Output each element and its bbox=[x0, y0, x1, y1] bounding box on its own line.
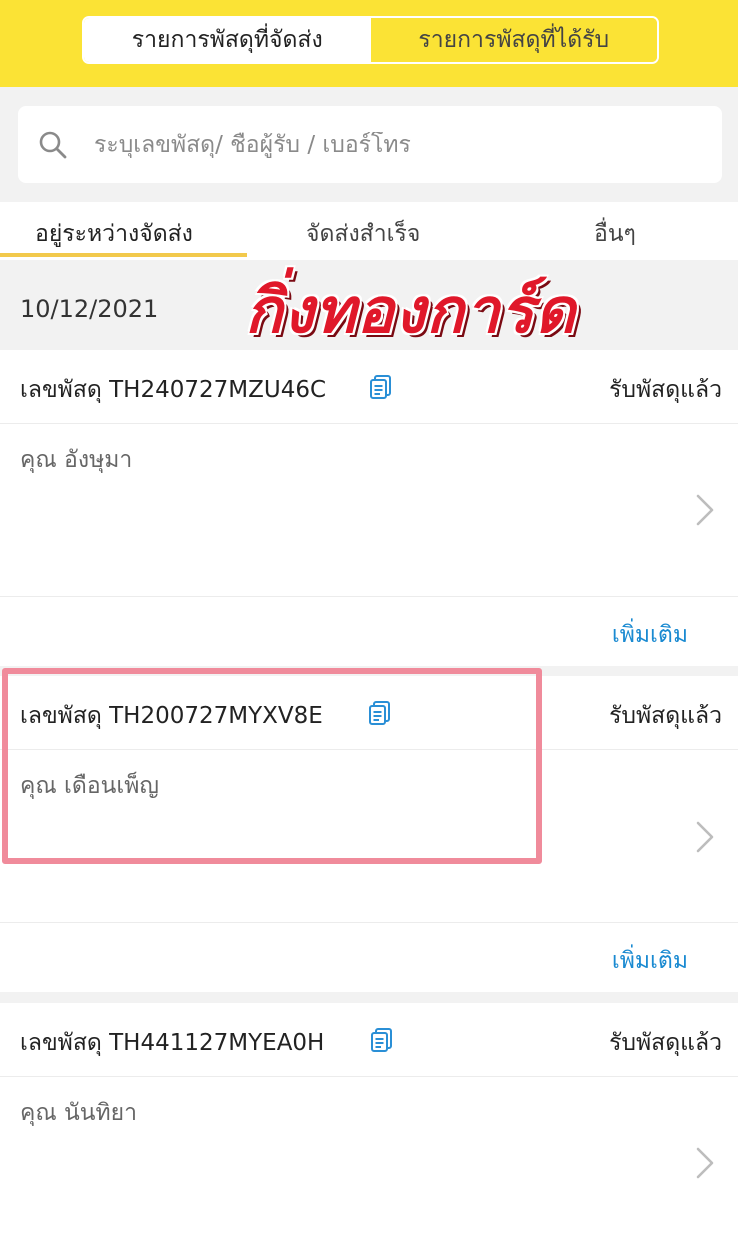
chevron-right-icon[interactable] bbox=[694, 1146, 716, 1180]
search-icon bbox=[39, 131, 67, 158]
recipient-name: คุณ เดือนเพ็ญ bbox=[20, 773, 159, 799]
tab-in-transit[interactable]: อยู่ระหว่างจัดส่ง bbox=[35, 216, 193, 252]
tracking-number: เลขพัสดุ TH200727MYXV8E bbox=[20, 703, 323, 729]
more-row: เพิ่มเติม bbox=[0, 922, 738, 992]
recipient-name: คุณ อังษุมา bbox=[20, 447, 133, 473]
parcel-card[interactable]: เลขพัสดุ TH441127MYEA0H รับพัสดุแล้ว คุณ… bbox=[0, 1003, 738, 1250]
segment-sent-parcels[interactable]: รายการพัสดุที่จัดส่ง bbox=[84, 18, 371, 62]
parcel-status: รับพัสดุแล้ว bbox=[609, 703, 722, 729]
parcel-card-header: เลขพัสดุ TH240727MZU46C รับพัสดุแล้ว bbox=[0, 350, 738, 424]
copy-icon[interactable] bbox=[370, 1027, 394, 1053]
search-box[interactable] bbox=[18, 106, 722, 183]
date-header: 10/12/2021 กิ่งทองการ์ด bbox=[0, 260, 738, 350]
recipient-name: คุณ นันทิยา bbox=[20, 1100, 138, 1126]
watermark-logo: กิ่งทองการ์ด bbox=[245, 274, 577, 347]
search-section bbox=[0, 87, 738, 202]
tab-delivered[interactable]: จัดส่งสำเร็จ bbox=[306, 216, 420, 252]
search-input[interactable] bbox=[94, 131, 722, 158]
parcel-status: รับพัสดุแล้ว bbox=[609, 1030, 722, 1056]
parcel-card[interactable]: เลขพัสดุ TH240727MZU46C รับพัสดุแล้ว คุณ… bbox=[0, 350, 738, 596]
segment-received-parcels[interactable]: รายการพัสดุที่ได้รับ bbox=[370, 18, 657, 62]
more-link[interactable]: เพิ่มเติม bbox=[612, 943, 688, 979]
status-tabs: อยู่ระหว่างจัดส่ง จัดส่งสำเร็จ อื่นๆ bbox=[0, 202, 738, 260]
parcel-card-header: เลขพัสดุ TH441127MYEA0H รับพัสดุแล้ว bbox=[0, 1003, 738, 1077]
more-row: เพิ่มเติม bbox=[0, 596, 738, 666]
date-label: 10/12/2021 bbox=[20, 295, 159, 323]
active-tab-indicator bbox=[0, 253, 247, 257]
parcel-status: รับพัสดุแล้ว bbox=[609, 377, 722, 403]
tracking-number: เลขพัสดุ TH240727MZU46C bbox=[20, 377, 327, 403]
copy-icon[interactable] bbox=[368, 700, 392, 726]
top-header: รายการพัสดุที่จัดส่ง รายการพัสดุที่ได้รั… bbox=[0, 0, 738, 87]
chevron-right-icon[interactable] bbox=[694, 493, 716, 527]
chevron-right-icon[interactable] bbox=[694, 820, 716, 854]
tracking-number: เลขพัสดุ TH441127MYEA0H bbox=[20, 1030, 325, 1056]
tab-other[interactable]: อื่นๆ bbox=[594, 216, 636, 252]
segmented-control: รายการพัสดุที่จัดส่ง รายการพัสดุที่ได้รั… bbox=[82, 16, 659, 64]
copy-icon[interactable] bbox=[369, 374, 393, 400]
parcel-card[interactable]: เลขพัสดุ TH200727MYXV8E รับพัสดุแล้ว คุณ… bbox=[0, 676, 738, 922]
parcel-card-header: เลขพัสดุ TH200727MYXV8E รับพัสดุแล้ว bbox=[0, 676, 738, 750]
more-link[interactable]: เพิ่มเติม bbox=[612, 617, 688, 653]
